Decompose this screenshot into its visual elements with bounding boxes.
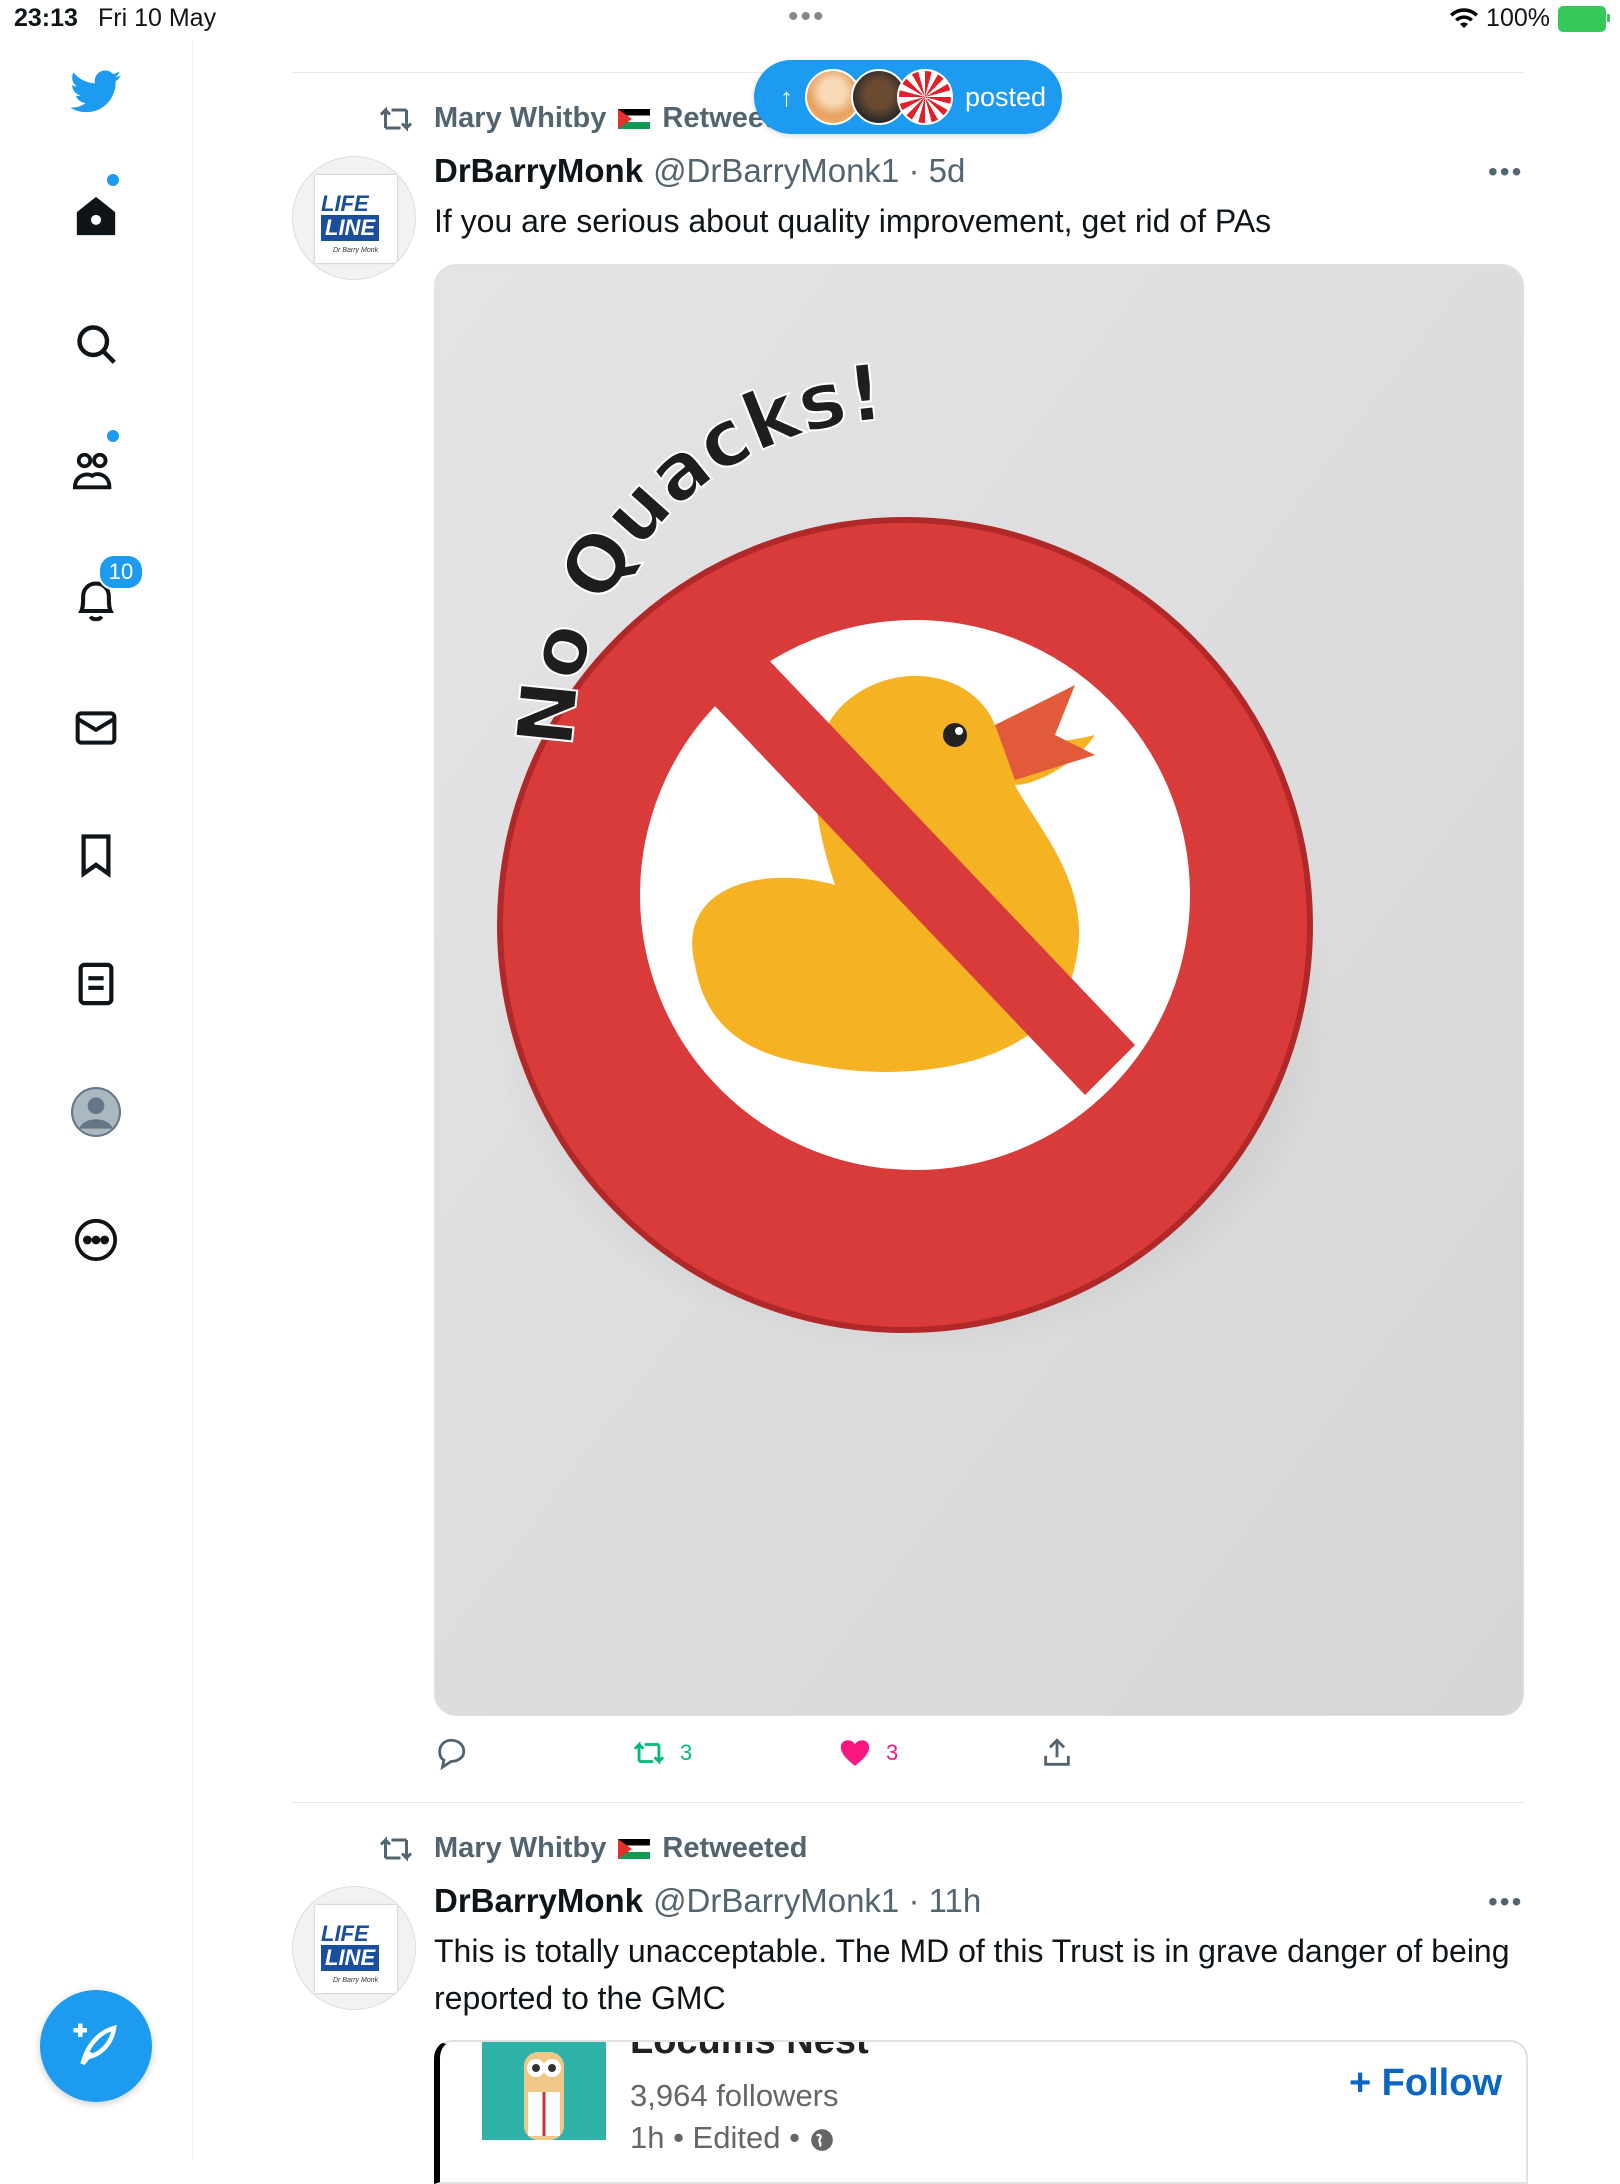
palestine-flag-icon (618, 108, 651, 129)
tweet-text: If you are serious about quality improve… (434, 203, 1272, 239)
retweet-count: 3 (680, 1740, 693, 1765)
tweet-more-icon[interactable]: ••• (1488, 156, 1523, 188)
twitter-bird-icon[interactable] (70, 66, 122, 118)
author-handle[interactable]: @DrBarryMonk1 · 11h (653, 1882, 981, 1920)
retweet-button[interactable]: 3 (632, 1736, 692, 1770)
logo-text-life: LIFE (321, 1921, 369, 1946)
life-line-logo: LIFE LINE Dr Barry Monk (315, 175, 397, 263)
retweet-icon (379, 1835, 413, 1862)
status-date: Fri 10 May (98, 4, 217, 32)
avatar (897, 69, 953, 125)
logo-author: Dr Barry Monk (333, 1977, 379, 1984)
retweeted-by-name[interactable]: Mary Whitby (434, 1832, 606, 1865)
arrow-up-icon: ↑ (780, 81, 793, 112)
new-posts-label: posted (965, 81, 1047, 112)
retweeted-by-name[interactable]: Mary Whitby (434, 102, 606, 135)
compose-feather-icon (73, 2023, 117, 2066)
more-circle-icon[interactable] (70, 1214, 122, 1266)
tweet-more-icon[interactable]: ••• (1488, 1886, 1523, 1918)
reply-button[interactable] (434, 1736, 482, 1770)
tweet-header: DrBarryMonk @DrBarryMonk1 · 5d (434, 152, 965, 190)
battery-icon (1558, 5, 1610, 32)
tweet-text: This is totally unacceptable. The MD of … (434, 1933, 1510, 2016)
follow-button[interactable]: + Follow (1349, 2062, 1502, 2105)
logo-author: Dr Barry Monk (333, 247, 379, 254)
share-button[interactable] (1040, 1736, 1074, 1770)
home-icon[interactable] (70, 190, 122, 242)
card-title[interactable]: Locums Nest (630, 2042, 869, 2063)
tweet-media-image[interactable]: No Quacks! (434, 264, 1524, 1716)
retweet-context: Mary Whitby Retweeted (378, 102, 807, 135)
profile-avatar-icon[interactable] (70, 1086, 122, 1138)
author-name[interactable]: DrBarryMonk (434, 1882, 643, 1920)
messages-envelope-icon[interactable] (70, 702, 122, 754)
status-right: 100% (1450, 4, 1610, 33)
avatar[interactable]: LIFE LINE Dr Barry Monk (292, 156, 416, 280)
search-icon[interactable] (70, 318, 122, 370)
new-posts-avatars (805, 69, 953, 125)
status-bar: 23:13 Fri 10 May ••• 100% (0, 0, 1620, 40)
retweeted-label: Retweeted (662, 1832, 808, 1864)
notifications-badge: 10 (98, 554, 144, 590)
logo-text-life: LIFE (321, 191, 369, 216)
embedded-card[interactable]: Locums Nest 3,964 followers 1h • Edited … (434, 2040, 1528, 2184)
wifi-icon (1450, 7, 1479, 28)
tweet-header: DrBarryMonk @DrBarryMonk1 · 11h (434, 1882, 981, 1920)
retweet-icon (633, 1741, 665, 1765)
logo-text-line: LINE (321, 1945, 380, 1971)
tweet-divider (292, 1802, 1524, 1803)
battery-percent: 100% (1486, 4, 1550, 32)
globe-icon (810, 2128, 833, 2151)
new-posts-pill[interactable]: ↑ posted (754, 60, 1062, 134)
multitasking-dots-icon[interactable]: ••• (788, 0, 826, 34)
lists-icon[interactable] (70, 958, 122, 1010)
tweet-actions: 3 3 (0, 1736, 1620, 1776)
heart-icon (840, 1740, 870, 1766)
avatar[interactable]: LIFE LINE Dr Barry Monk (292, 1886, 416, 2010)
retweet-icon (379, 105, 413, 132)
home-new-dot (107, 174, 119, 186)
retweet-context: Mary Whitby Retweeted (378, 1832, 807, 1865)
like-button[interactable]: 3 (838, 1736, 898, 1770)
status-time: 23:13 (14, 4, 78, 32)
author-name[interactable]: DrBarryMonk (434, 152, 643, 190)
card-meta: 1h • Edited • (630, 2120, 835, 2156)
card-meta-text: 1h • Edited • (630, 2120, 800, 2155)
owl-logo-icon (482, 2042, 606, 2140)
card-followers: 3,964 followers (630, 2078, 839, 2113)
communities-icon[interactable] (70, 446, 122, 498)
author-handle[interactable]: @DrBarryMonk1 · 5d (653, 152, 965, 190)
share-icon (1044, 1738, 1070, 1766)
palestine-flag-icon (618, 1838, 651, 1859)
logo-text-line: LINE (321, 215, 380, 241)
reply-icon (438, 1738, 466, 1770)
like-count: 3 (886, 1740, 899, 1765)
communities-new-dot (107, 430, 119, 442)
no-quacks-badge-photo: No Quacks! (435, 265, 1523, 1715)
life-line-logo: LIFE LINE Dr Barry Monk (315, 1905, 397, 1993)
compose-button[interactable] (40, 1990, 152, 2102)
sidebar: 10 (0, 40, 193, 2160)
bookmark-icon[interactable] (70, 830, 122, 882)
